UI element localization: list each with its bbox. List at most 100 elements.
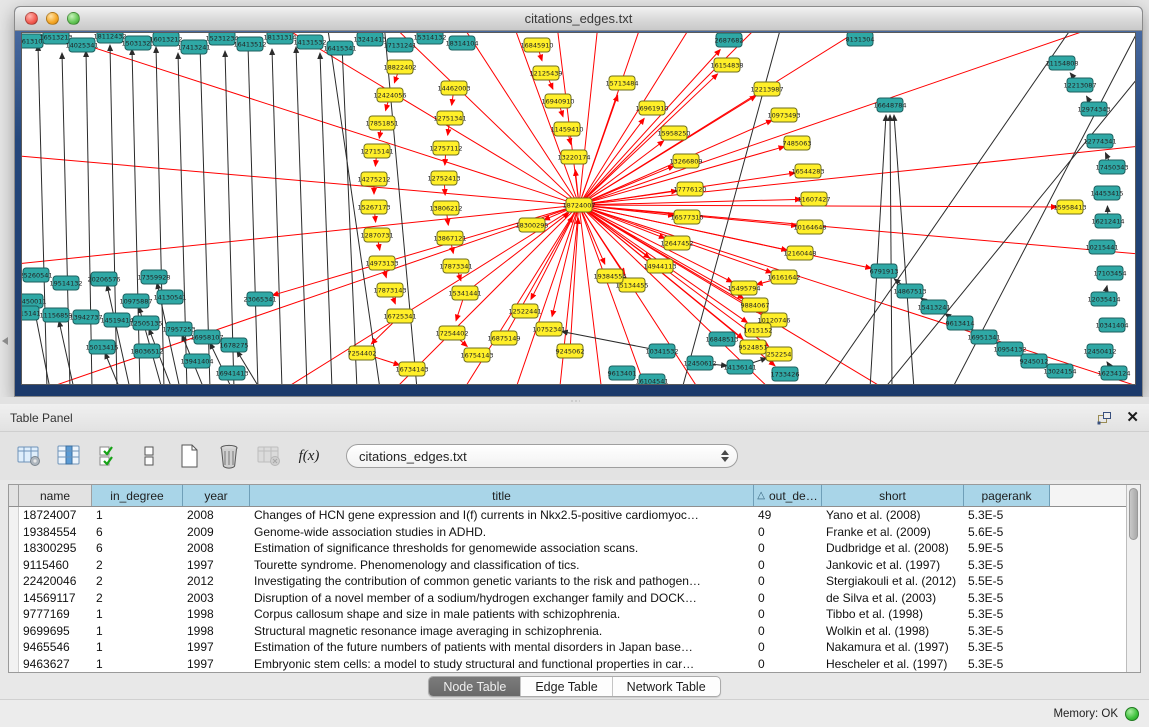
graph-node[interactable]: 12035414 [1087, 292, 1120, 306]
graph-node[interactable]: 1733426 [771, 367, 800, 381]
graph-node[interactable]: 19384554 [593, 269, 626, 283]
graph-node[interactable]: 10752341 [532, 322, 565, 336]
graph-node[interactable]: 15341441 [448, 286, 481, 300]
graph-node[interactable]: 17359928 [137, 270, 170, 284]
graph-node[interactable]: 13241413 [353, 33, 386, 46]
graph-node[interactable]: 12160448 [783, 246, 816, 260]
graph-node[interactable]: 14136141 [723, 360, 756, 374]
graph-node[interactable]: 14131532 [293, 35, 326, 49]
table-row[interactable]: 1830029562008Estimation of significance … [9, 540, 1126, 557]
graph-node[interactable]: 12757112 [429, 141, 462, 155]
graph-node[interactable]: 10954132 [993, 342, 1026, 356]
graph-node[interactable]: 15013415 [85, 340, 118, 354]
scrollbar-thumb[interactable] [1129, 488, 1138, 540]
graph-node[interactable]: 15267173 [357, 200, 390, 214]
graph-node[interactable]: 18300295 [515, 218, 548, 232]
graph-node[interactable]: 12751341 [433, 111, 466, 125]
graph-node[interactable]: 9524851 [739, 340, 768, 354]
graph-node[interactable]: 18131314 [263, 33, 296, 44]
graph-node[interactable]: 12647452 [660, 236, 693, 250]
graph-node[interactable]: 12450412 [1083, 344, 1116, 358]
graph-node[interactable]: 16951341 [967, 330, 1000, 344]
graph-node[interactable]: 13941404 [180, 354, 213, 368]
memory-ok-indicator-icon[interactable] [1125, 707, 1139, 721]
graph-node[interactable]: 11459410 [550, 122, 583, 136]
graph-node[interactable]: 18314104 [445, 36, 478, 50]
table-row[interactable]: 1456911722003Disruption of a novel membe… [9, 590, 1126, 607]
graph-node[interactable]: 15958250 [657, 126, 690, 140]
graph-node[interactable]: 10341404 [1095, 318, 1128, 332]
graph-node[interactable]: 3915141 [22, 306, 40, 320]
graph-node[interactable]: 18822402 [383, 60, 416, 74]
graph-node[interactable]: 12774341 [1083, 134, 1116, 148]
table-row[interactable]: 2242004622012Investigating the contribut… [9, 573, 1126, 590]
graph-node[interactable]: 17873341 [439, 259, 472, 273]
graph-node[interactable]: 12870731 [360, 228, 393, 242]
table-row[interactable]: 911546021997Tourette syndrome. Phenomeno… [9, 557, 1126, 574]
table-row[interactable]: 946554611997Estimation of the future num… [9, 639, 1126, 656]
tab-network-table[interactable]: Network Table [613, 677, 720, 696]
column-header-short[interactable]: short [822, 485, 964, 506]
graph-node[interactable]: 12213987 [750, 82, 783, 96]
graph-node[interactable]: 17873143 [373, 283, 406, 297]
close-panel-icon[interactable]: ✕ [1126, 411, 1139, 425]
column-header-pagerank[interactable]: pagerank [964, 485, 1050, 506]
graph-node[interactable]: 10215441 [1085, 240, 1118, 254]
graph-node[interactable]: 9613414 [946, 316, 975, 330]
graph-node[interactable]: 16413512 [233, 37, 266, 51]
graph-node[interactable]: 11154808 [1045, 56, 1078, 70]
graph-node[interactable]: 14944113 [643, 259, 676, 273]
graph-node[interactable]: 16940910 [541, 94, 574, 108]
column-header-year[interactable]: year [183, 485, 250, 506]
graph-node[interactable]: 2687682 [715, 33, 744, 47]
graph-node[interactable]: 16648784 [873, 98, 906, 112]
graph-node[interactable]: 25260541 [22, 268, 53, 282]
graph-node[interactable]: 12974343 [1077, 102, 1110, 116]
tab-node-table[interactable]: Node Table [429, 677, 521, 696]
float-panel-icon[interactable] [1097, 411, 1112, 425]
graph-node[interactable]: 15958413 [1053, 200, 1086, 214]
column-header-name[interactable]: name [19, 485, 92, 506]
graph-node[interactable]: 12505135 [129, 316, 162, 330]
horizontal-splitter[interactable] [0, 397, 1149, 404]
graph-node[interactable]: 13867121 [433, 231, 466, 245]
table-row[interactable]: 977716911998Corpus callosum shape and si… [9, 606, 1126, 623]
graph-node[interactable]: 16234124 [1097, 366, 1130, 380]
graph-node[interactable]: 6791913 [870, 264, 899, 278]
graph-node[interactable]: 14130541 [153, 290, 186, 304]
graph-node[interactable]: 16941413 [215, 366, 248, 380]
graph-node[interactable]: 18036512 [130, 344, 163, 358]
graph-node[interactable]: 17103454 [1093, 266, 1126, 280]
graph-node[interactable]: 14462003 [437, 81, 470, 95]
graph-node[interactable]: 14275212 [357, 172, 390, 186]
show-column-button[interactable] [54, 441, 84, 471]
graph-node[interactable]: 17851851 [365, 116, 398, 130]
graph-node[interactable]: 16104541 [635, 374, 668, 385]
graph-node[interactable]: 16848513 [705, 332, 738, 346]
graph-node[interactable]: 15495794 [727, 281, 760, 295]
new-column-button[interactable] [174, 441, 204, 471]
table-options-button[interactable] [14, 441, 44, 471]
table-row[interactable]: 1938455462009Genome-wide association stu… [9, 524, 1126, 541]
graph-node[interactable]: 17450343 [1095, 160, 1128, 174]
graph-node[interactable]: 14867513 [893, 284, 926, 298]
window-titlebar[interactable]: citations_edges.txt [15, 7, 1142, 31]
table-row[interactable]: 1872400712008Changes of HCN gene express… [9, 507, 1126, 524]
function-builder-button[interactable]: f(x) [294, 441, 324, 471]
graph-node[interactable]: 8131304 [846, 33, 875, 46]
graph-node[interactable]: 13024154 [1043, 364, 1076, 378]
graph-node[interactable]: 16544283 [791, 164, 824, 178]
graph-node[interactable]: 1615152 [744, 323, 773, 337]
graph-node[interactable]: 12522441 [508, 304, 541, 318]
graph-node[interactable]: 13220174 [557, 150, 590, 164]
panel-collapse-arrow-icon[interactable] [2, 337, 8, 345]
column-header-in_degree[interactable]: in_degree [92, 485, 183, 506]
graph-node[interactable]: 9245012 [1020, 354, 1049, 368]
graph-node[interactable]: 10975887 [119, 294, 152, 308]
graph-node[interactable]: 9884067 [741, 298, 770, 312]
graph-node[interactable]: 11156859 [39, 308, 72, 322]
table-selector-dropdown[interactable]: citations_edges.txt [346, 444, 738, 468]
graph-node[interactable]: 17254402 [435, 326, 468, 340]
graph-node[interactable]: 20206576 [87, 272, 120, 286]
graph-node[interactable]: 14453415 [1090, 186, 1123, 200]
